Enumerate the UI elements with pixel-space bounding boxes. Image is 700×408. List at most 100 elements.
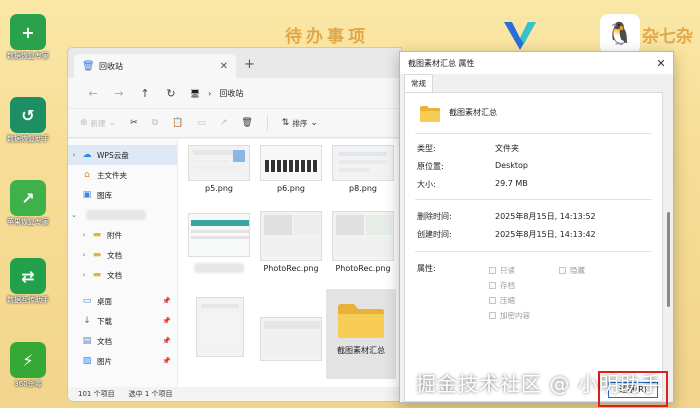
tab-general[interactable]: 常规 (404, 74, 433, 92)
sidebar-item-documents-3[interactable]: ▤ 文档 📌 (68, 331, 177, 351)
refresh-icon[interactable]: ↻ (158, 87, 184, 100)
tab-bar: 🗑 回收站 ✕ + (68, 48, 401, 78)
folder-icon (420, 106, 440, 122)
general-tab-panel: 截图素材汇总 类型: 文件夹 原位置: Desktop 大小: 29.7 MB … (404, 92, 668, 407)
sidebar-item-documents-2[interactable]: › ▬ 文档 (68, 265, 177, 285)
dialog-scrollbar[interactable] (666, 92, 672, 402)
file-name: PhotoRec.png (335, 264, 391, 273)
desktop-icon-apple-recovery[interactable]: ↗ 苹果恢复专家 (4, 180, 52, 227)
sidebar-item-wps-cloud[interactable]: › ☁ WPS云盘 (68, 145, 177, 165)
folder-icon: ▬ (92, 230, 102, 240)
chevron-down-icon: ⌄ (310, 118, 318, 128)
location-value: Desktop (495, 161, 528, 170)
hidden-checkbox[interactable]: 隐藏 (559, 265, 585, 276)
file-item-photorec-1[interactable]: PhotoRec.png (260, 211, 322, 273)
pin-icon[interactable]: 📌 (162, 337, 171, 345)
sidebar-item-label: 附件 (107, 230, 122, 240)
forward-icon[interactable]: → (106, 87, 132, 100)
scrollbar-thumb[interactable] (667, 212, 670, 307)
readonly-checkbox[interactable]: 只读 (489, 265, 515, 276)
share-button[interactable]: ↗ (220, 118, 228, 128)
file-thumbnail (196, 297, 244, 357)
desktop-icon-label: 数据互传助手 (7, 296, 49, 304)
navigation-pane: › ☁ WPS云盘 ⌂ 主文件夹 ▣ 图库 ⌄ › ▬ 附件 › ▬ 文档 › … (68, 139, 178, 387)
address-text: 回收站 (219, 88, 244, 98)
app-logo-icon[interactable] (500, 16, 540, 54)
file-item-blurred-1[interactable] (188, 213, 250, 273)
document-icon: ▤ (82, 336, 92, 346)
address-bar[interactable]: 🖥 › 回收站 (190, 88, 243, 99)
file-item-blurred-3[interactable] (260, 317, 322, 361)
sidebar-item-account[interactable]: ⌄ (68, 205, 177, 225)
desktop-icon-360[interactable]: ⚡ 360杀毒 (4, 342, 52, 389)
desktop-icon-data-recovery[interactable]: + 数据恢复专家 (4, 14, 52, 61)
chevron-right-icon[interactable]: › (78, 271, 90, 279)
monitor-icon: 🖥 (190, 88, 201, 98)
sidebar-item-pictures[interactable]: ▨ 图片 📌 (68, 351, 177, 371)
properties-dialog: 截图素材汇总 属性 ✕ 常规 截图素材汇总 类型: 文件夹 原位置: Deskt… (399, 51, 674, 407)
apple-recovery-icon: ↗ (10, 180, 46, 216)
file-item-photorec-2[interactable]: PhotoRec.png (332, 211, 394, 273)
file-item-p5[interactable]: p5.png (188, 145, 250, 193)
tab-label: 回收站 (99, 61, 123, 71)
paste-button[interactable]: 📋 (172, 118, 183, 128)
pin-icon[interactable]: 📌 (162, 317, 171, 325)
archive-checkbox[interactable]: 存档 (489, 280, 515, 291)
file-item-p8[interactable]: p8.png (332, 145, 394, 193)
new-button[interactable]: ⊕ 新建 ⌄ (80, 118, 116, 129)
folder-icon: ▬ (92, 270, 102, 280)
chevron-down-icon[interactable]: ⌄ (68, 211, 80, 219)
close-tab-icon[interactable]: ✕ (220, 61, 228, 72)
copy-button[interactable]: ⧉ (152, 118, 158, 128)
sidebar-item-attachments[interactable]: › ▬ 附件 (68, 225, 177, 245)
desktop-icon-label: 数据恢复助手 (7, 135, 49, 143)
shield-icon: ⚡ (10, 342, 46, 378)
desktop-icon-data-transfer[interactable]: ⇄ 数据互传助手 (4, 258, 52, 305)
new-tab-button[interactable]: + (244, 57, 255, 72)
qq-icon[interactable]: 🐧 (600, 14, 640, 54)
close-icon[interactable]: ✕ (649, 57, 673, 70)
sidebar-item-label: 桌面 (97, 296, 112, 306)
desktop-icon-recovery-assistant[interactable]: ↺ 数据恢复助手 (4, 97, 52, 144)
sidebar-item-home[interactable]: ⌂ 主文件夹 (68, 165, 177, 185)
compress-checkbox[interactable]: 压缩 (489, 295, 515, 306)
tab-recycle-bin[interactable]: 🗑 回收站 ✕ (74, 54, 236, 78)
blurred-file-name (194, 263, 244, 273)
file-thumbnail (188, 213, 250, 257)
rename-button[interactable]: ▭ (197, 118, 206, 128)
delete-button[interactable]: 🗑 (241, 118, 252, 128)
command-bar: ⊕ 新建 ⌄ ✂ ⧉ 📋 ▭ ↗ 🗑 ⇅ 排序 ⌄ (68, 108, 401, 138)
pin-icon[interactable]: 📌 (162, 297, 171, 305)
file-explorer-window: 🗑 回收站 ✕ + ← → ↑ ↻ 🖥 › 回收站 ⊕ 新建 ⌄ ✂ ⧉ 📋 ▭ ↗… (67, 47, 402, 402)
chevron-right-icon[interactable]: › (78, 251, 90, 259)
desktop-banner: 待办事项 (285, 27, 369, 47)
sidebar-item-documents-1[interactable]: › ▬ 文档 (68, 245, 177, 265)
sidebar-item-label: WPS云盘 (97, 150, 129, 160)
back-icon[interactable]: ← (80, 87, 106, 100)
pin-icon[interactable]: 📌 (162, 357, 171, 365)
sidebar-item-gallery[interactable]: ▣ 图库 (68, 185, 177, 205)
file-item-blurred-2[interactable] (188, 297, 250, 357)
file-thumbnail (260, 211, 322, 261)
file-item-p6[interactable]: p6.png (260, 145, 322, 193)
sidebar-item-desktop[interactable]: ▭ 桌面 📌 (68, 291, 177, 311)
item-name: 截图素材汇总 (449, 108, 497, 117)
up-icon[interactable]: ↑ (132, 87, 158, 100)
sidebar-item-downloads[interactable]: ↓ 下载 📌 (68, 311, 177, 331)
desktop-icon-label: 数据恢复专家 (7, 52, 49, 60)
chevron-right-icon: › (208, 88, 212, 98)
desktop-banner-right: 杂七杂 (642, 27, 693, 47)
sort-button[interactable]: ⇅ 排序 ⌄ (282, 118, 318, 129)
type-value: 文件夹 (495, 144, 519, 153)
created-row: 创建时间: 2025年8月15日, 14:13:42 (417, 229, 596, 240)
cut-button[interactable]: ✂ (130, 118, 138, 128)
toolbar-divider (266, 115, 268, 131)
home-icon: ⌂ (84, 170, 90, 180)
chevron-right-icon[interactable]: › (78, 231, 90, 239)
chevron-right-icon[interactable]: › (68, 151, 80, 159)
created-value: 2025年8月15日, 14:13:42 (495, 230, 596, 239)
encrypt-checkbox[interactable]: 加密内容 (489, 310, 530, 321)
file-name: 截图素材汇总 (337, 346, 385, 355)
desktop-icon: ▭ (82, 296, 92, 306)
file-item-screenshot-folder[interactable]: 截图素材汇总 (330, 289, 392, 356)
